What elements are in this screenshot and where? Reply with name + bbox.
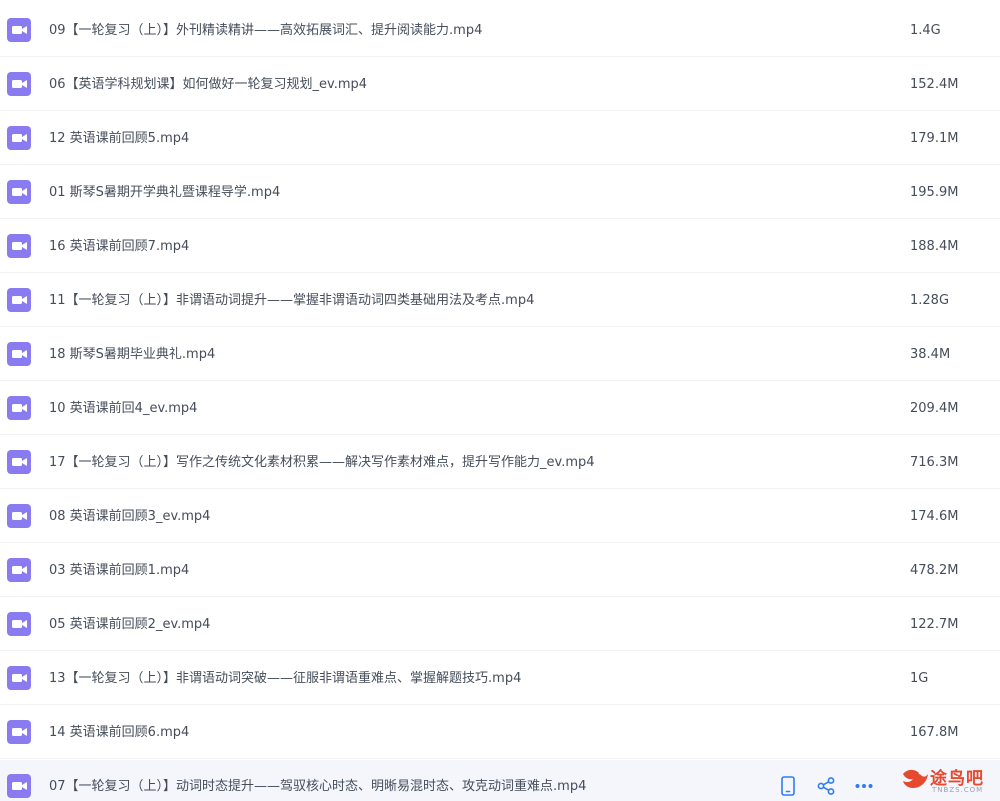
site-watermark: 途鸟吧 TNBZS.COM bbox=[900, 762, 996, 798]
bird-logo-icon bbox=[903, 769, 928, 788]
file-size: 209.4M bbox=[910, 401, 959, 416]
file-name[interactable]: 03 英语课前回顾1.mp4 bbox=[49, 544, 189, 597]
file-name[interactable]: 18 斯琴S暑期毕业典礼.mp4 bbox=[49, 328, 215, 381]
watermark-subtext: TNBZS.COM bbox=[932, 786, 984, 794]
file-row[interactable]: 10 英语课前回4_ev.mp4 209.4M bbox=[0, 382, 1000, 435]
file-name[interactable]: 05 英语课前回顾2_ev.mp4 bbox=[49, 598, 210, 651]
file-size: 38.4M bbox=[910, 347, 951, 362]
file-name[interactable]: 10 英语课前回4_ev.mp4 bbox=[49, 382, 197, 435]
file-list: 09【一轮复习（上）】外刊精读精讲——高效拓展词汇、提升阅读能力.mp4 1.4… bbox=[0, 0, 1000, 801]
file-row[interactable]: 18 斯琴S暑期毕业典礼.mp4 38.4M bbox=[0, 328, 1000, 381]
file-name[interactable]: 07【一轮复习（上）】动词时态提升——驾驭核心时态、明晰易混时态、攻克动词重难点… bbox=[49, 760, 586, 801]
file-row[interactable]: 17【一轮复习（上）】写作之传统文化素材积累——解决写作素材难点，提升写作能力_… bbox=[0, 436, 1000, 489]
video-file-icon bbox=[7, 720, 31, 744]
file-row[interactable]: 16 英语课前回顾7.mp4 188.4M bbox=[0, 220, 1000, 273]
file-size: 716.3M bbox=[910, 455, 959, 470]
row-actions bbox=[776, 774, 890, 798]
video-file-icon bbox=[7, 666, 31, 690]
video-file-icon bbox=[7, 450, 31, 474]
phone-icon[interactable] bbox=[776, 774, 800, 798]
file-row-hovered[interactable]: 07【一轮复习（上）】动词时态提升——驾驭核心时态、明晰易混时态、攻克动词重难点… bbox=[0, 760, 1000, 801]
file-row[interactable]: 13【一轮复习（上）】非谓语动词突破——征服非谓语重难点、掌握解题技巧.mp4 … bbox=[0, 652, 1000, 705]
file-name[interactable]: 14 英语课前回顾6.mp4 bbox=[49, 706, 189, 759]
file-row[interactable]: 14 英语课前回顾6.mp4 167.8M bbox=[0, 706, 1000, 759]
video-file-icon bbox=[7, 774, 31, 798]
file-row[interactable]: 11【一轮复习（上）】非谓语动词提升——掌握非谓语动词四类基础用法及考点.mp4… bbox=[0, 274, 1000, 327]
file-row[interactable]: 03 英语课前回顾1.mp4 478.2M bbox=[0, 544, 1000, 597]
file-size: 174.6M bbox=[910, 509, 959, 524]
file-name[interactable]: 08 英语课前回顾3_ev.mp4 bbox=[49, 490, 210, 543]
file-name[interactable]: 11【一轮复习（上）】非谓语动词提升——掌握非谓语动词四类基础用法及考点.mp4 bbox=[49, 274, 534, 327]
file-size: 152.4M bbox=[910, 77, 959, 92]
video-file-icon bbox=[7, 396, 31, 420]
file-name[interactable]: 09【一轮复习（上）】外刊精读精讲——高效拓展词汇、提升阅读能力.mp4 bbox=[49, 4, 482, 57]
file-size: 188.4M bbox=[910, 239, 959, 254]
file-size: 478.2M bbox=[910, 563, 959, 578]
file-size: 167.8M bbox=[910, 725, 959, 740]
file-size: 195.9M bbox=[910, 185, 959, 200]
share-icon[interactable] bbox=[814, 774, 838, 798]
file-size: 1.28G bbox=[910, 293, 950, 308]
video-file-icon bbox=[7, 504, 31, 528]
file-row[interactable]: 12 英语课前回顾5.mp4 179.1M bbox=[0, 112, 1000, 165]
video-file-icon bbox=[7, 342, 31, 366]
file-row[interactable]: 05 英语课前回顾2_ev.mp4 122.7M bbox=[0, 598, 1000, 651]
file-name[interactable]: 17【一轮复习（上）】写作之传统文化素材积累——解决写作素材难点，提升写作能力_… bbox=[49, 436, 595, 489]
file-size: 179.1M bbox=[910, 131, 959, 146]
file-row[interactable]: 06【英语学科规划课】如何做好一轮复习规划_ev.mp4 152.4M bbox=[0, 58, 1000, 111]
video-file-icon bbox=[7, 72, 31, 96]
file-name[interactable]: 01 斯琴S暑期开学典礼暨课程导学.mp4 bbox=[49, 166, 280, 219]
more-icon[interactable] bbox=[852, 774, 876, 798]
video-file-icon bbox=[7, 612, 31, 636]
file-size: 122.7M bbox=[910, 617, 959, 632]
file-name[interactable]: 13【一轮复习（上）】非谓语动词突破——征服非谓语重难点、掌握解题技巧.mp4 bbox=[49, 652, 521, 705]
file-name[interactable]: 16 英语课前回顾7.mp4 bbox=[49, 220, 189, 273]
video-file-icon bbox=[7, 126, 31, 150]
video-file-icon bbox=[7, 180, 31, 204]
file-name[interactable]: 12 英语课前回顾5.mp4 bbox=[49, 112, 189, 165]
video-file-icon bbox=[7, 558, 31, 582]
file-size: 1.4G bbox=[910, 23, 941, 38]
file-size: 1G bbox=[910, 671, 929, 686]
file-row[interactable]: 01 斯琴S暑期开学典礼暨课程导学.mp4 195.9M bbox=[0, 166, 1000, 219]
video-file-icon bbox=[7, 288, 31, 312]
file-row[interactable]: 08 英语课前回顾3_ev.mp4 174.6M bbox=[0, 490, 1000, 543]
video-file-icon bbox=[7, 234, 31, 258]
file-row[interactable]: 09【一轮复习（上）】外刊精读精讲——高效拓展词汇、提升阅读能力.mp4 1.4… bbox=[0, 4, 1000, 57]
video-file-icon bbox=[7, 18, 31, 42]
file-name[interactable]: 06【英语学科规划课】如何做好一轮复习规划_ev.mp4 bbox=[49, 58, 367, 111]
